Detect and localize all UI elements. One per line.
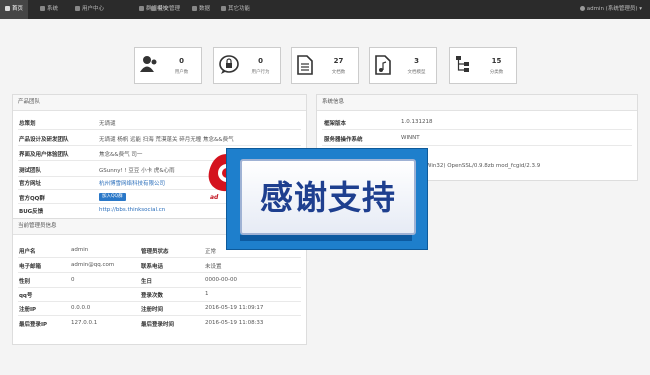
top-nav: 首页 系统 用户中心 群组模块 社交管理 数据 其它功能 admin (系统管理… — [0, 0, 650, 19]
thanks-overlay[interactable]: 感谢支持 — [226, 148, 428, 250]
chart-icon — [192, 6, 197, 11]
chat-icon — [151, 6, 156, 11]
bug-feedback-link[interactable]: http://bbs.thinksocial.cn — [99, 207, 165, 213]
panel-title: 产品团队 — [13, 95, 306, 111]
nav-data[interactable]: 数据 — [192, 0, 210, 19]
lock-chat-icon — [219, 55, 239, 74]
official-site-link[interactable]: 杭州博雪网络科技有限公司 — [99, 181, 165, 187]
stat-value: 0 — [258, 57, 263, 65]
music-file-icon — [375, 55, 391, 75]
stat-value: 3 — [414, 57, 419, 65]
folder-icon — [139, 6, 144, 11]
stat-categories[interactable]: 15 分类数 — [449, 47, 517, 84]
gear-icon — [40, 6, 45, 11]
stat-label: 文档数 — [331, 70, 346, 75]
stat-doc-models[interactable]: 3 文档模型 — [369, 47, 437, 84]
user-menu[interactable]: admin (系统管理员) ▾ — [579, 0, 642, 19]
grid-icon — [221, 6, 226, 11]
document-icon — [297, 55, 313, 75]
nav-social[interactable]: 社交管理 — [151, 0, 180, 19]
logo-text: ad — [210, 194, 219, 201]
stat-value: 27 — [333, 57, 344, 65]
nav-user-center[interactable]: 用户中心 — [75, 0, 104, 19]
nav-home[interactable]: 首页 — [0, 0, 29, 19]
stat-label: 用户数 — [174, 70, 189, 75]
stat-label: 分类数 — [489, 70, 504, 75]
panel-title: 系统信息 — [317, 95, 637, 111]
join-qq-group-button[interactable]: 加入QQ群 — [99, 193, 126, 201]
stat-documents[interactable]: 27 文档数 — [291, 47, 359, 84]
user-icon — [140, 56, 157, 72]
stat-label: 用户行为 — [251, 70, 270, 75]
stat-value: 0 — [179, 57, 184, 65]
home-icon — [5, 6, 10, 11]
thanks-text: 感谢支持 — [260, 178, 396, 217]
nav-system[interactable]: 系统 — [40, 0, 58, 19]
user-icon — [75, 6, 80, 11]
nav-other[interactable]: 其它功能 — [221, 0, 250, 19]
stat-users[interactable]: 0 用户数 — [134, 47, 202, 84]
avatar-icon — [579, 6, 585, 11]
stat-user-actions[interactable]: 0 用户行为 — [213, 47, 281, 84]
stat-value: 15 — [491, 57, 502, 65]
tree-icon — [456, 56, 469, 72]
stat-label: 文档模型 — [407, 70, 426, 75]
